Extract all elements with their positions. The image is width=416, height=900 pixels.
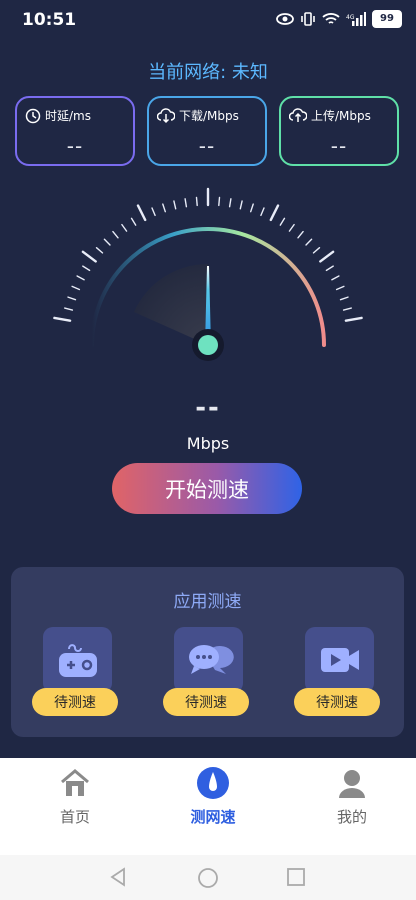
- app-status-chat: 待测速: [163, 688, 249, 716]
- home-button-icon[interactable]: [197, 867, 219, 889]
- gauge-tick: [260, 207, 265, 217]
- gauge-tick: [53, 316, 72, 322]
- gauge-tick: [81, 250, 97, 263]
- gauge-tick: [269, 204, 280, 222]
- gauge-tick: [228, 198, 232, 208]
- gauge-tick: [335, 285, 345, 291]
- home-icon: [61, 769, 89, 796]
- gauge-tick: [76, 275, 85, 281]
- gauge-tick: [162, 203, 167, 213]
- gauge-tick: [319, 250, 335, 263]
- battery-indicator: 99: [372, 10, 402, 28]
- bottom-nav: 首页 测网速 我的: [0, 758, 416, 855]
- download-value: --: [198, 134, 216, 158]
- app-tile-video[interactable]: [305, 627, 374, 693]
- gauge-tick: [112, 230, 119, 239]
- upload-card: 上传/Mbps --: [279, 96, 399, 166]
- status-time: 10:51: [22, 10, 77, 30]
- app-tile-chat[interactable]: [174, 627, 243, 693]
- gauge-tick: [312, 246, 321, 254]
- gauge-tick: [344, 316, 363, 322]
- gauge-tick: [218, 196, 221, 207]
- gauge-tick: [305, 238, 313, 246]
- gauge-tick: [136, 204, 147, 222]
- latency-card: 时延/ms --: [15, 96, 135, 166]
- signal-4g-icon: 4G: [346, 12, 366, 26]
- nav-label-speedtest: 测网速: [190, 808, 236, 826]
- nav-label-mine: 我的: [336, 808, 367, 826]
- app-test-title: 应用测速: [173, 592, 242, 612]
- clock-icon: [25, 108, 41, 123]
- start-test-button[interactable]: 开始测速: [112, 463, 302, 514]
- user-icon: [339, 770, 365, 798]
- gauge-tick: [331, 275, 340, 281]
- eye-icon: [276, 13, 294, 25]
- svg-text:4G: 4G: [346, 14, 355, 21]
- back-icon[interactable]: [108, 867, 128, 887]
- gauge-tick: [288, 223, 295, 232]
- upload-value: --: [330, 134, 348, 158]
- gauge-tick: [195, 196, 198, 207]
- wifi-icon: [322, 13, 340, 24]
- recents-icon[interactable]: [287, 868, 305, 886]
- vibrate-icon: [301, 12, 315, 26]
- gauge-tick: [151, 207, 156, 217]
- gauge-tick: [63, 307, 74, 311]
- gauge-tick: [71, 285, 81, 291]
- latency-value: --: [66, 134, 84, 158]
- system-nav-bar: [0, 855, 416, 900]
- download-label: 下载/Mbps: [179, 109, 239, 123]
- gauge-tick: [103, 238, 111, 246]
- chat-bubbles-icon: [188, 645, 234, 674]
- app-test-panel: 应用测速 待测速 待测速 待测速: [11, 567, 404, 737]
- latency-label: 时延/ms: [45, 109, 91, 123]
- gauge-tick: [95, 246, 104, 254]
- gauge-tick: [339, 296, 349, 301]
- app-item-game[interactable]: 待测速: [32, 627, 118, 719]
- gauge-tick: [279, 217, 286, 226]
- game-controller-icon: [58, 644, 97, 677]
- download-cloud-icon: [157, 107, 175, 123]
- gauge-hub: [198, 335, 218, 355]
- upload-cloud-icon: [289, 107, 307, 122]
- nav-item-mine[interactable]: 我的: [302, 766, 402, 827]
- nav-item-speedtest[interactable]: 测网速: [163, 766, 263, 827]
- status-bar: 10:51 4G 99: [0, 0, 416, 40]
- gauge-sweep: [134, 264, 208, 345]
- gauge-tick: [184, 198, 188, 208]
- app-status-game: 待测速: [32, 688, 118, 716]
- speed-unit: Mbps: [186, 434, 230, 453]
- gauge-tick: [249, 203, 254, 213]
- nav-item-home[interactable]: 首页: [25, 766, 125, 827]
- gauge-tick: [67, 296, 77, 301]
- app-status-video: 待测速: [294, 688, 380, 716]
- gauge-tick: [239, 200, 243, 210]
- video-camera-icon: [320, 648, 359, 672]
- download-card: 下载/Mbps --: [147, 96, 267, 166]
- gauge-tick: [121, 223, 128, 232]
- speed-gauge: [53, 187, 363, 361]
- gauge-tick: [130, 217, 137, 226]
- speed-value: --: [195, 393, 221, 423]
- network-status-title: 当前网络: 未知: [148, 62, 268, 83]
- nav-label-home: 首页: [59, 808, 90, 826]
- app-item-video[interactable]: 待测速: [294, 627, 380, 719]
- status-icons: 4G 99: [276, 10, 402, 28]
- gauge-tick: [297, 230, 304, 239]
- upload-label: 上传/Mbps: [311, 109, 371, 123]
- app-item-chat[interactable]: 待测速: [163, 627, 249, 719]
- app-tile-game[interactable]: [43, 627, 112, 693]
- gauge-tick: [342, 307, 352, 311]
- gauge-tick: [325, 265, 334, 272]
- speed-drop-icon: [197, 767, 229, 799]
- gauge-tick: [82, 265, 91, 272]
- gauge-tick: [173, 200, 177, 210]
